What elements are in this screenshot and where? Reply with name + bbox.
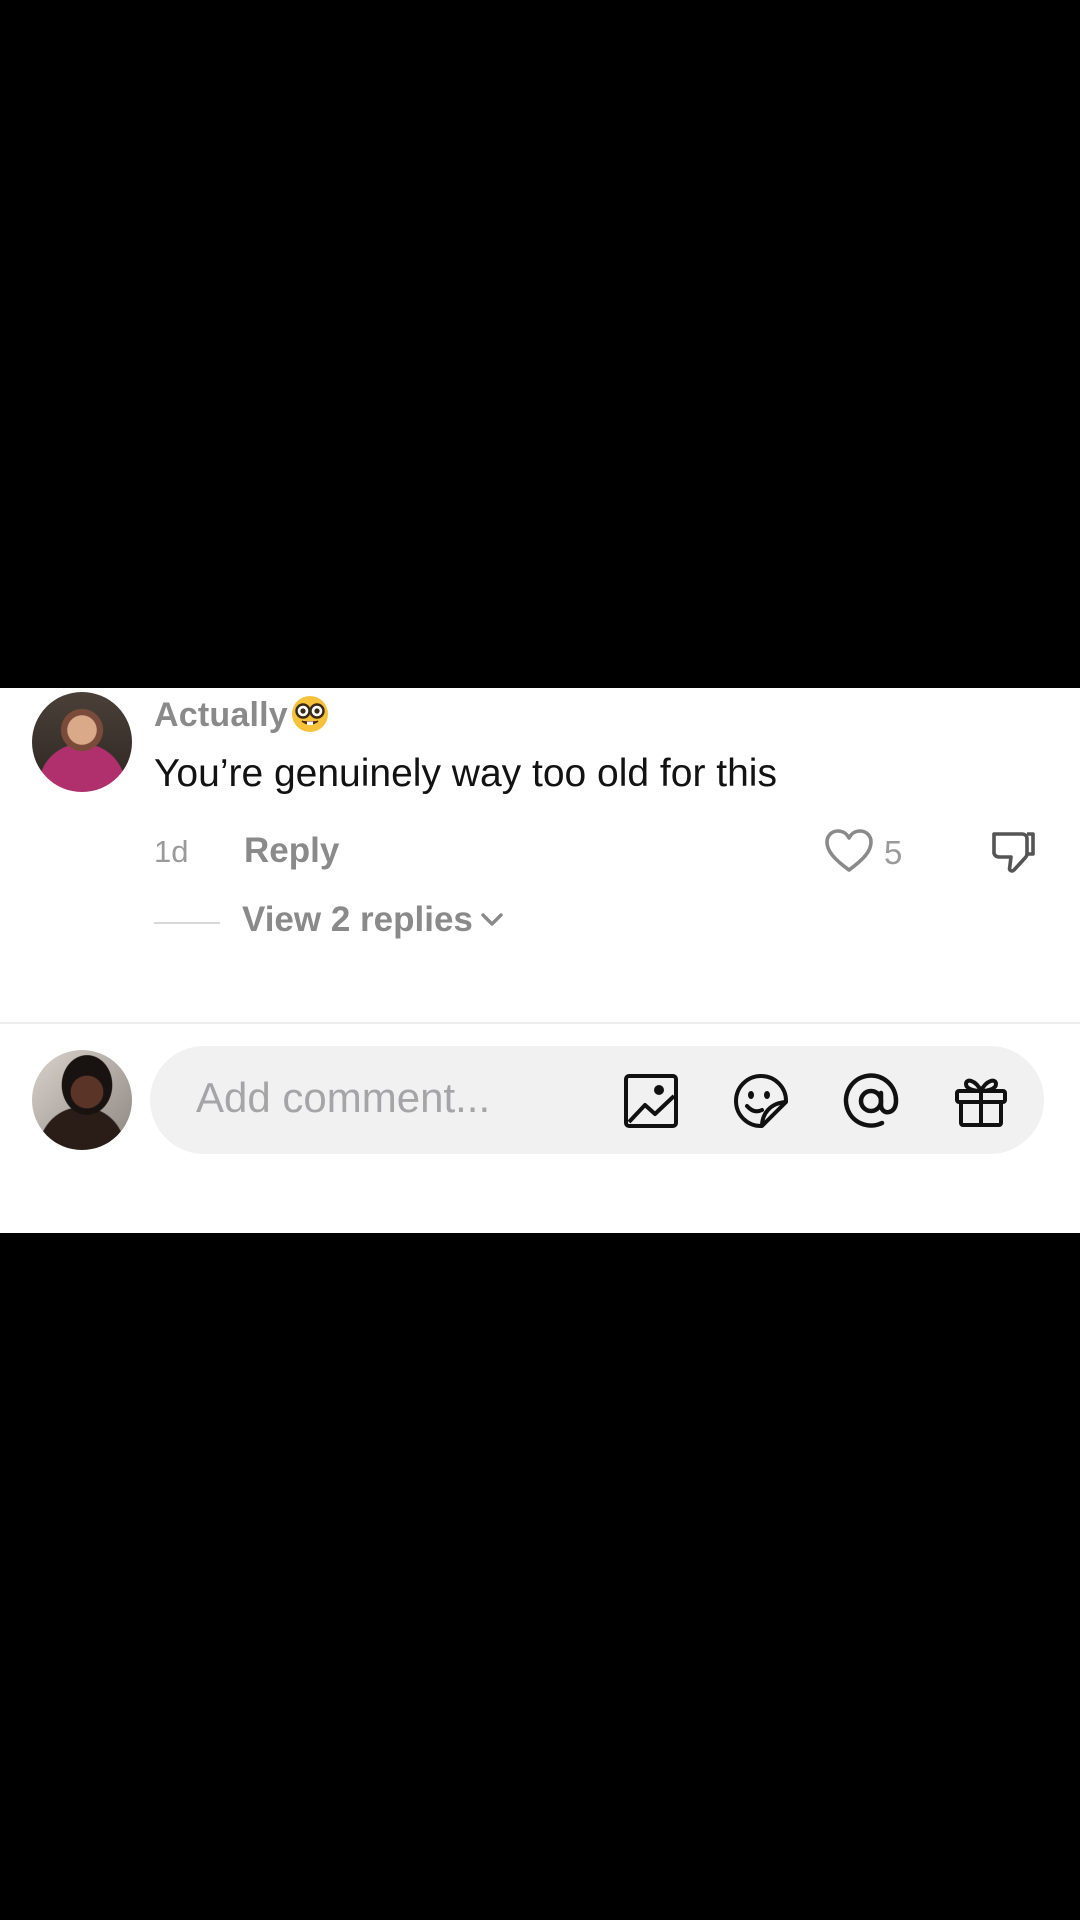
reply-button[interactable]: Reply: [244, 831, 339, 871]
current-user-avatar[interactable]: [32, 1050, 132, 1150]
mention-icon[interactable]: [842, 1072, 900, 1130]
like-count: 5: [884, 834, 903, 871]
composer-divider: [0, 1022, 1080, 1024]
view-replies-button[interactable]: View 2 replies: [242, 900, 505, 940]
gift-icon[interactable]: [952, 1072, 1010, 1130]
nerd-face-emoji-icon: [291, 696, 328, 732]
comment-input-placeholder: Add comment...: [196, 1074, 491, 1121]
replies-divider-line: [154, 922, 220, 924]
comment-username-row[interactable]: Actually: [154, 694, 330, 735]
comment-panel: Actually You’re genuinely way too old fo…: [0, 688, 1080, 1233]
comment-timestamp: 1d: [154, 834, 189, 869]
image-icon[interactable]: [622, 1072, 680, 1130]
thumbs-down-icon[interactable]: [988, 826, 1038, 876]
commenter-avatar[interactable]: [32, 692, 132, 792]
comment-input[interactable]: Add comment...: [150, 1046, 1044, 1154]
comment-username[interactable]: Actually: [154, 696, 288, 734]
sticker-icon[interactable]: [732, 1072, 790, 1130]
comment-text: You’re genuinely way too old for this: [154, 752, 777, 795]
chevron-down-icon: [481, 913, 503, 926]
view-replies-label: View 2 replies: [242, 900, 473, 939]
heart-icon[interactable]: [824, 828, 874, 874]
